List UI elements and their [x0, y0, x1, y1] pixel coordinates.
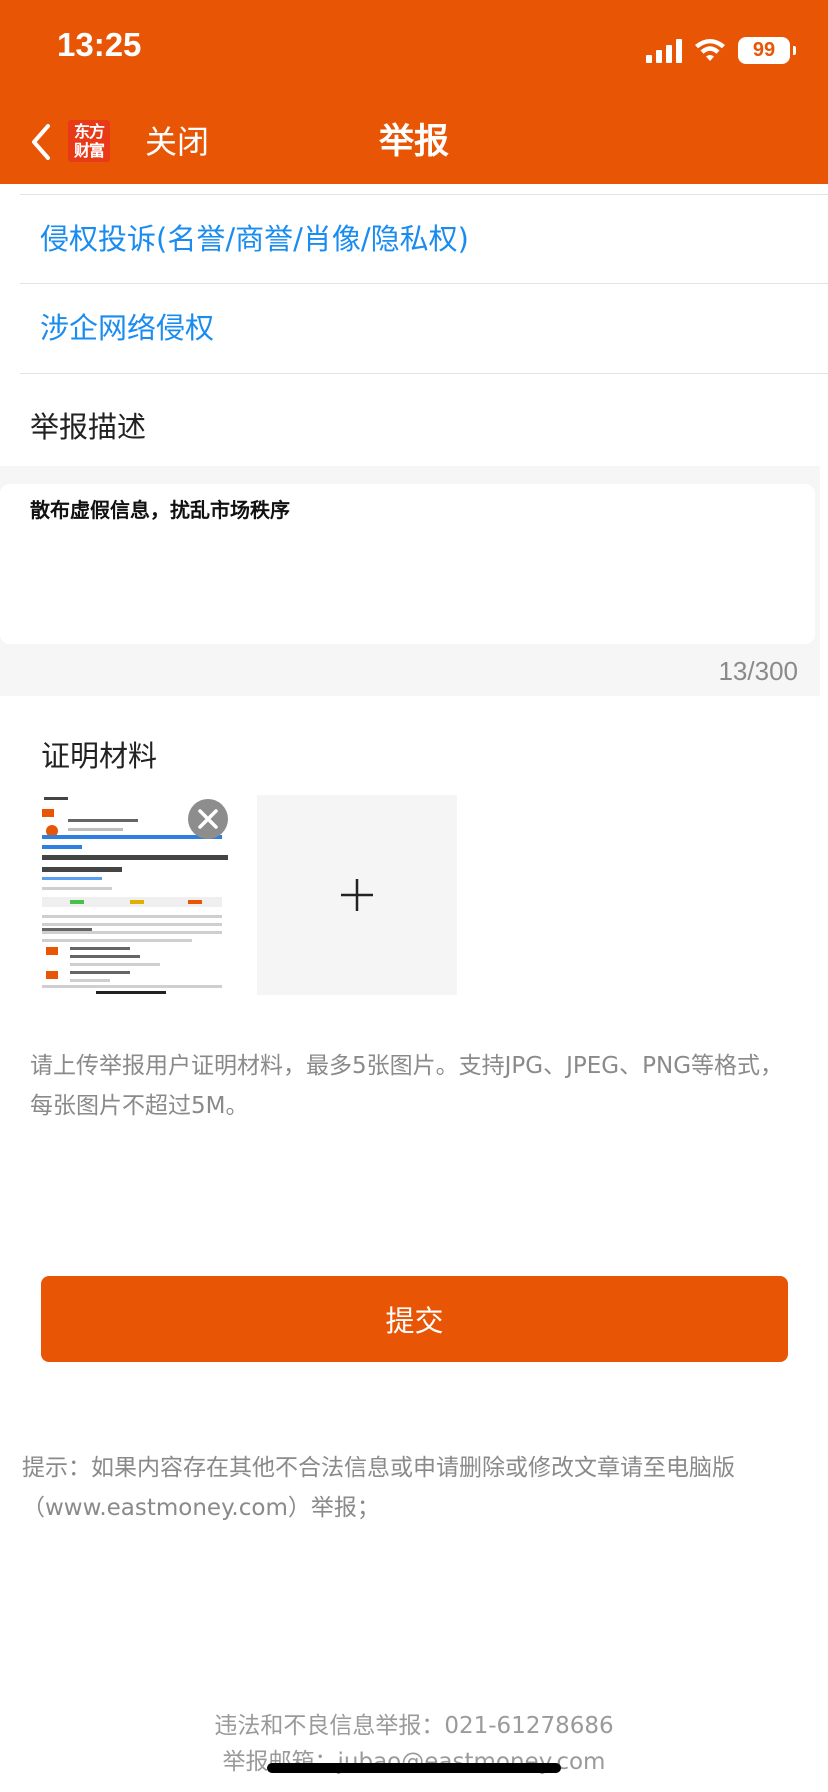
- tip-text: 提示：如果内容存在其他不合法信息或申请删除或修改文章请至电脑版（www.east…: [22, 1455, 735, 1521]
- footer-hotline: 违法和不良信息举报：021-61278686: [214, 1713, 614, 1739]
- category-label: 侵权投诉(名誉/商誉/肖像/隐私权): [40, 222, 469, 256]
- description-title: 举报描述: [30, 410, 147, 444]
- submit-button[interactable]: 提交: [41, 1276, 788, 1362]
- close-icon[interactable]: [188, 799, 228, 839]
- description-area: 散布虚假信息，扰乱市场秩序 13/300: [0, 466, 820, 696]
- char-count: 13/300: [718, 656, 798, 686]
- add-image-button[interactable]: [257, 795, 457, 995]
- category-label: 涉企网络侵权: [40, 311, 215, 345]
- evidence-title: 证明材料: [41, 739, 158, 773]
- description-input[interactable]: 散布虚假信息，扰乱市场秩序: [0, 484, 815, 644]
- upload-hint: 请上传举报用户证明材料，最多5张图片。支持JPG、JPEG、PNG等格式，每张图…: [30, 1053, 784, 1119]
- status-time: 13:25: [57, 26, 142, 63]
- battery-icon: 99: [738, 36, 796, 64]
- plus-icon: [341, 879, 373, 911]
- home-indicator: [267, 1763, 561, 1773]
- footer-email: 举报邮箱：jubao@eastmoney.com: [222, 1749, 606, 1775]
- nav-bar: 东方财富 关闭 举报: [0, 100, 828, 184]
- category-item-enterprise[interactable]: 涉企网络侵权: [20, 284, 828, 374]
- status-icons: 99: [646, 32, 796, 68]
- wifi-icon: [695, 39, 725, 61]
- page-title: 举报: [378, 122, 449, 162]
- status-bar: 13:25 99: [0, 0, 828, 100]
- category-item-infringement[interactable]: 侵权投诉(名誉/商誉/肖像/隐私权): [20, 194, 828, 284]
- signal-icon: [646, 37, 682, 63]
